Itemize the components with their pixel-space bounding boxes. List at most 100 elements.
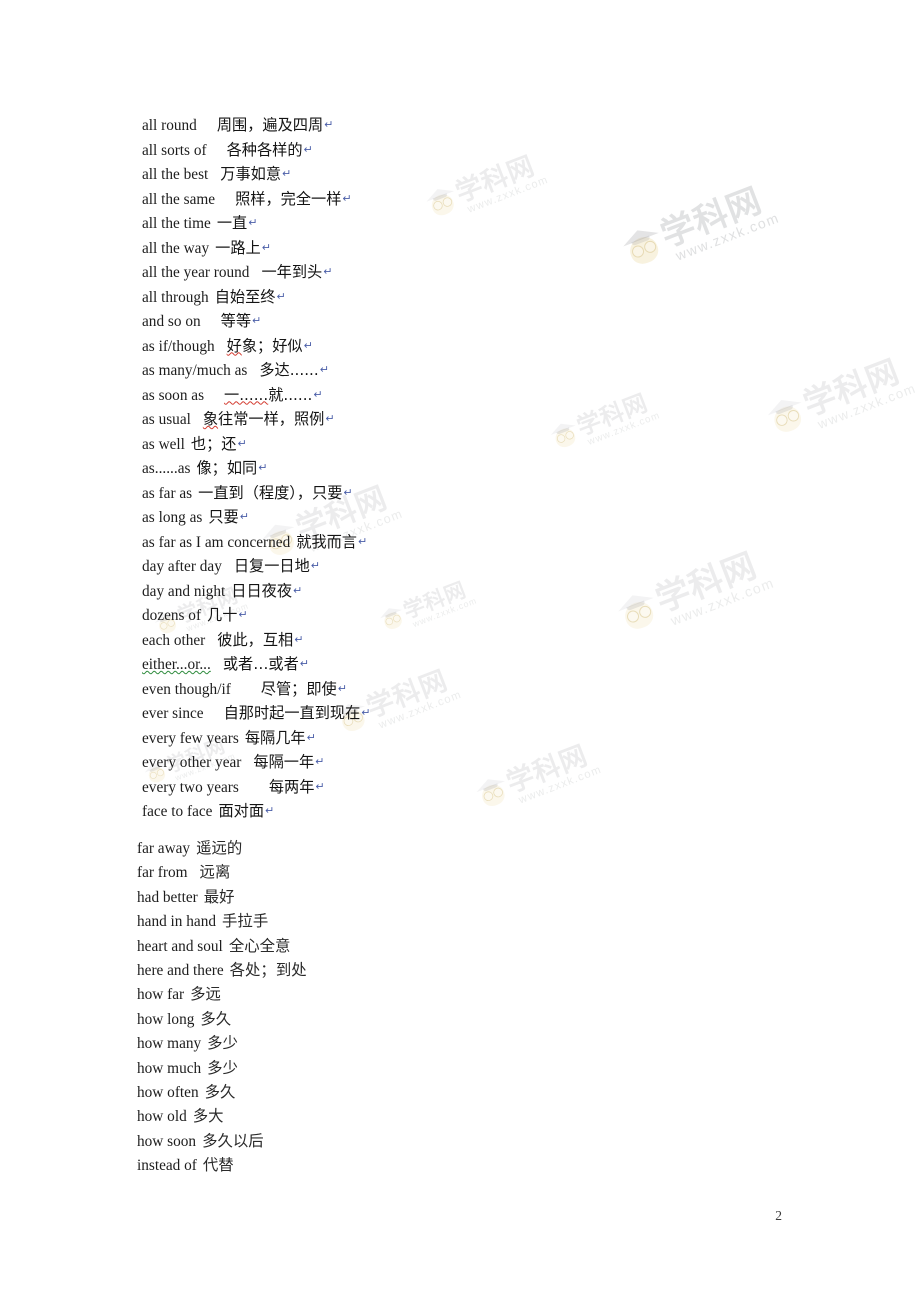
- phrase-chinese: 尽管；即使: [260, 679, 337, 698]
- phrase-english: all round: [142, 117, 197, 134]
- phrase-english: day after day: [142, 558, 222, 575]
- phrase-english: all the time: [142, 215, 211, 232]
- phrase-entry: far from 远离: [0, 860, 920, 884]
- paragraph-mark-icon: ↵: [276, 289, 286, 303]
- paragraph-mark-icon: ↵: [323, 265, 333, 278]
- phrase-chinese: 日复一日地: [233, 557, 310, 575]
- phrase-english: heart and soul: [137, 937, 223, 955]
- phrase-entry: all through 自始至终↵: [0, 285, 920, 310]
- phrase-english: as long as: [142, 509, 203, 526]
- phrase-chinese: 彼此，互相: [217, 630, 294, 649]
- paragraph-mark-icon: ↵: [252, 314, 262, 327]
- phrase-entry: as many/much as 多达......↵: [0, 358, 920, 383]
- phrase-english: all sorts of: [142, 141, 207, 159]
- phrase-entry: had better 最好: [0, 885, 920, 909]
- phrase-english: as usual: [142, 411, 191, 428]
- paragraph-mark-icon: ↵: [357, 534, 368, 548]
- phrase-entry: how long 多久: [0, 1007, 920, 1031]
- phrase-chinese: 多达......: [259, 361, 319, 379]
- phrase-english: how far: [137, 986, 185, 1004]
- phrase-chinese: 各处；到处: [229, 960, 307, 979]
- phrase-chinese: 周围，遍及四周: [216, 116, 324, 134]
- paragraph-mark-icon: ↵: [306, 730, 316, 744]
- phrase-entry: day after day 日复一日地↵: [0, 554, 920, 579]
- phrase-entry: every other year 每隔一年↵: [0, 750, 920, 775]
- paragraph-mark-icon: ↵: [239, 510, 249, 523]
- phrase-chinese: 自始至终: [214, 287, 276, 306]
- phrase-entry: all the best 万事如意↵: [0, 162, 920, 187]
- phrase-entry: how often 多久: [0, 1080, 920, 1104]
- phrase-chinese: 好象；好似: [226, 336, 303, 355]
- phrase-english: had better: [137, 888, 198, 906]
- paragraph-mark-icon: ↵: [315, 755, 325, 768]
- phrase-entry: all sorts of 各种各样的↵: [0, 138, 920, 163]
- paragraph-mark-icon: ↵: [299, 657, 309, 670]
- phrase-entry: every few years 每隔几年↵: [0, 726, 920, 751]
- paragraph-mark-icon: ↵: [237, 436, 247, 450]
- paragraph-mark-icon: ↵: [294, 632, 304, 646]
- phrase-chinese: 多远: [190, 985, 221, 1004]
- phrase-english: face to face: [142, 803, 213, 820]
- paragraph-mark-icon: ↵: [313, 387, 323, 401]
- phrase-chinese: 多久: [200, 1009, 232, 1028]
- phrase-chinese: 多久: [204, 1082, 236, 1101]
- phrase-english: all the best: [142, 166, 209, 183]
- phrase-entry: even though/if 尽管；即使↵: [0, 677, 920, 702]
- phrase-english: as well: [142, 435, 185, 453]
- phrase-chinese: 自那时起一直到现在: [223, 704, 361, 722]
- phrase-english: as soon as: [142, 386, 205, 404]
- phrase-chinese: 一直到（程度），只要: [198, 483, 343, 502]
- phrase-english: how often: [137, 1083, 199, 1101]
- phrase-english: instead of: [137, 1157, 197, 1175]
- document-content: all round 周围，遍及四周↵ all sorts of 各种各样的↵ all t…: [0, 0, 920, 1302]
- paragraph-mark-icon: ↵: [238, 608, 248, 621]
- phrase-chinese: 等等: [220, 312, 252, 330]
- phrase-entry: ever since 自那时起一直到现在↵: [0, 701, 920, 726]
- phrase-list-lower: far away 遥远的 far from 远离 had better 最好 hand in…: [0, 836, 920, 1177]
- paragraph-mark-icon: ↵: [248, 216, 258, 229]
- phrase-chinese: 也；还: [190, 434, 237, 453]
- phrase-english: dozens of: [142, 607, 202, 624]
- phrase-entry: every two years 每两年↵: [0, 775, 920, 800]
- phrase-chinese: 日日夜夜: [231, 581, 293, 600]
- phrase-english: hand in hand: [137, 913, 217, 931]
- page-number: 2: [775, 1208, 782, 1223]
- phrase-english: and so on: [142, 313, 201, 330]
- phrase-entry: how much 多少: [0, 1056, 920, 1080]
- phrase-chinese: 或者…或者: [222, 655, 299, 673]
- paragraph-mark-icon: ↵: [282, 167, 292, 180]
- phrase-english: every other year: [142, 754, 242, 771]
- phrase-english: either...or...: [142, 656, 211, 673]
- phrase-chinese: 远离: [199, 863, 231, 882]
- paragraph-mark-icon: ↵: [325, 412, 335, 425]
- phrase-entry: and so on 等等↵: [0, 309, 920, 334]
- phrase-english: day and night: [142, 582, 226, 600]
- paragraph-mark-icon: ↵: [293, 583, 303, 597]
- phrase-chinese: 面对面: [218, 802, 265, 820]
- phrase-entry: as far as 一直到（程度），只要↵: [0, 481, 920, 506]
- phrase-entry: all the year round 一年到头↵: [0, 260, 920, 285]
- phrase-english: every two years: [142, 778, 239, 796]
- phrase-chinese: 一路上: [215, 238, 261, 257]
- phrase-entry: how soon 多久以后: [0, 1129, 920, 1153]
- phrase-chinese: 一年到头: [261, 263, 323, 281]
- paragraph-mark-icon: ↵: [303, 142, 313, 156]
- paragraph-mark-icon: ↵: [319, 363, 329, 376]
- phrase-english: all through: [142, 288, 209, 306]
- phrase-entry: hand in hand 手拉手: [0, 909, 920, 933]
- phrase-entry: as long as 只要↵: [0, 505, 920, 530]
- phrase-entry: face to face 面对面↵: [0, 799, 920, 824]
- phrase-chinese: 遥远的: [196, 839, 243, 857]
- phrase-chinese: 像；如同: [196, 459, 258, 477]
- phrase-entry: as......as 像；如同↵: [0, 456, 920, 481]
- phrase-english: as if/though: [142, 337, 215, 355]
- document-page: 学科网 www.zxxk.com 学科网 www.zxxk.com 学科网 www.zxx…: [0, 0, 920, 1302]
- phrase-entry: as well 也；还↵: [0, 432, 920, 457]
- phrase-chinese: 一......就......: [224, 385, 313, 404]
- phrase-english: here and there: [137, 961, 224, 979]
- phrase-english: how long: [137, 1010, 195, 1028]
- phrase-english: how old: [137, 1108, 187, 1126]
- phrase-english: ever since: [142, 705, 204, 722]
- phrase-english: as far as: [142, 484, 193, 502]
- phrase-english: how many: [137, 1035, 202, 1053]
